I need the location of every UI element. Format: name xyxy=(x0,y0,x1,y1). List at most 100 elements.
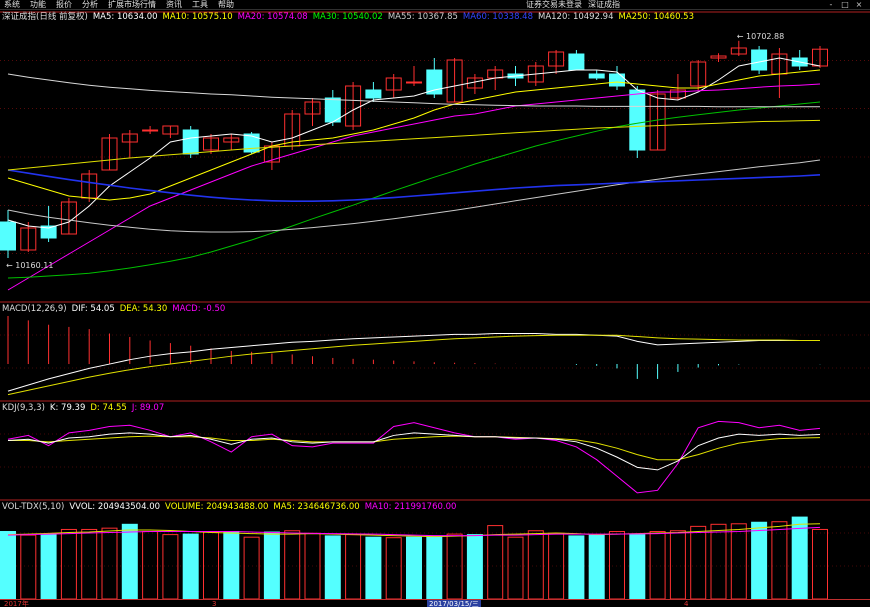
kdj_panel-title[interactable]: KDJ(9,3,3) xyxy=(2,403,45,413)
vol-indicator-bar: VOL-TDX(5,10) VVOL: 204943504.00 VOLUME: 2… xyxy=(2,501,461,513)
vol_panel-title[interactable]: VOL-TDX(5,10) xyxy=(2,502,64,512)
volume-bar xyxy=(771,521,788,600)
low-price-marker: ← 10160.11 xyxy=(6,261,53,270)
ma-line-ma30 xyxy=(7,101,821,279)
macd_panel-indicator: MACD: -0.50 xyxy=(172,304,226,314)
volume-bar xyxy=(263,531,280,600)
account-status[interactable]: 证券交易未登录 xyxy=(526,0,582,9)
main-indicator-bar: 深证成指(日线 前复权) MA5: 10634.00 MA10: 10575.10 M… xyxy=(2,11,699,23)
volume-bar xyxy=(40,534,57,600)
vol_panel-indicator: MA10: 211991760.00 xyxy=(364,502,457,512)
candle-body xyxy=(406,81,422,84)
date-label[interactable]: 2017/03/15/三 xyxy=(427,600,481,607)
main_panel-indicator: MA20: 10574.08 xyxy=(237,12,308,22)
volume-bar xyxy=(60,528,77,600)
candle-body xyxy=(182,129,199,155)
volume-bar xyxy=(223,531,240,600)
volume-bar xyxy=(182,533,199,600)
candle-body xyxy=(609,73,625,87)
candle-body xyxy=(365,89,382,99)
kdj-indicator-bar: KDJ(9,3,3) K: 79.39 D: 74.55 J: 89.07 xyxy=(2,402,169,414)
candle-body xyxy=(0,221,16,251)
menu-item-4[interactable]: 扩展市场行情 xyxy=(103,0,161,9)
volume-bar xyxy=(791,516,808,600)
volume-bar xyxy=(81,528,98,600)
volume-bar xyxy=(446,533,463,600)
macd_panel-title[interactable]: MACD(12,26,9) xyxy=(2,304,67,314)
main_panel-indicator: MA55: 10367.85 xyxy=(387,12,458,22)
date-axis: 2017年 3 2017/03/15/三 4 xyxy=(0,599,870,607)
volume-bar xyxy=(629,534,646,600)
volume-bar xyxy=(507,536,524,600)
volume-bar xyxy=(669,530,686,600)
volume-bar xyxy=(162,534,179,600)
volume-bar xyxy=(101,527,118,600)
volume-bar xyxy=(243,536,260,600)
volume-bar xyxy=(142,531,159,600)
vol_panel-indicator: MA5: 234646736.00 xyxy=(273,502,360,512)
main_panel-indicator: MA120: 10492.94 xyxy=(538,12,614,22)
volume-bar xyxy=(812,528,828,600)
vol_panel-indicator: VOLUME: 204943488.00 xyxy=(165,502,269,512)
menu-item-3[interactable]: 分析 xyxy=(77,0,103,9)
volume-bar xyxy=(345,534,362,600)
volume-bar xyxy=(588,534,605,600)
menu-item-6[interactable]: 工具 xyxy=(187,0,213,9)
vol_panel-indicator: VVOL: 204943504.00 xyxy=(69,502,161,512)
date-label: 2017年 xyxy=(4,600,29,607)
ma-line-ma60 xyxy=(7,169,821,202)
restore-button[interactable]: □ xyxy=(838,0,852,9)
stock-chart-window: { "menu": { "items": ["系统", "功能", "报价", … xyxy=(0,0,870,607)
volume-bar xyxy=(284,530,301,600)
index-name: 深证成指 xyxy=(588,0,620,9)
date-label: 4 xyxy=(684,600,689,607)
volume-bar xyxy=(203,531,219,600)
macd-indicator-bar: MACD(12,26,9) DIF: 54.05 DEA: 54.30 MACD: -… xyxy=(2,303,230,315)
volume-bar xyxy=(385,537,402,600)
kdj_panel-indicator: K: 79.39 xyxy=(49,403,86,413)
main_panel-indicator: MA30: 10540.02 xyxy=(312,12,383,22)
volume-bar xyxy=(426,535,443,600)
minimize-button[interactable]: - xyxy=(824,0,838,9)
menu-bar: 系统 功能 报价 分析 扩展市场行情 资讯 工具 帮助 证券交易未登录 深证成指 xyxy=(0,0,870,10)
menu-item-5[interactable]: 资讯 xyxy=(161,0,187,9)
volume-bar xyxy=(406,536,422,600)
main_panel-indicator: MA10: 10575.10 xyxy=(162,12,233,22)
volume-bar xyxy=(568,535,585,600)
volume-bar xyxy=(487,525,504,600)
volume-bar xyxy=(609,531,625,600)
menu-item-7[interactable]: 帮助 xyxy=(213,0,239,9)
main_panel-indicator: MA250: 10460.53 xyxy=(618,12,695,22)
volume-bar xyxy=(710,523,727,600)
kdj_panel-indicator: D: 74.55 xyxy=(90,403,127,413)
kdj-d-line xyxy=(8,435,821,461)
volume-bar xyxy=(527,530,544,600)
volume-bar xyxy=(466,534,483,600)
macd_panel-indicator: DEA: 54.30 xyxy=(119,304,168,314)
date-label: 3 xyxy=(212,600,217,607)
volume-bar xyxy=(751,521,768,600)
volume-bar xyxy=(649,531,666,600)
volume-bar xyxy=(0,531,16,600)
menu-item-1[interactable]: 功能 xyxy=(25,0,51,9)
menu-item-2[interactable]: 报价 xyxy=(51,0,77,9)
high-price-marker: ← 10702.88 xyxy=(737,32,784,41)
macd_panel-indicator: DIF: 54.05 xyxy=(71,304,115,314)
candle-body xyxy=(588,73,605,79)
window-controls: - □ × xyxy=(824,0,866,9)
main_panel-indicator: MA60: 10338.48 xyxy=(462,12,533,22)
volume-bar xyxy=(324,535,341,600)
main_panel-title[interactable]: 深证成指(日线 前复权) xyxy=(2,12,88,22)
candle-body xyxy=(751,49,768,71)
kdj-j-line xyxy=(7,420,821,494)
main_panel-indicator: MA5: 10634.00 xyxy=(92,12,158,22)
volume-bar xyxy=(690,525,707,600)
close-button[interactable]: × xyxy=(852,0,866,9)
candle-body xyxy=(568,53,585,71)
volume-bar xyxy=(121,523,138,600)
volume-bar xyxy=(365,536,382,600)
volume-bar xyxy=(730,523,747,600)
volume-bar xyxy=(20,534,37,600)
menu-item-0[interactable]: 系统 xyxy=(0,0,25,9)
candle-body xyxy=(142,129,159,132)
